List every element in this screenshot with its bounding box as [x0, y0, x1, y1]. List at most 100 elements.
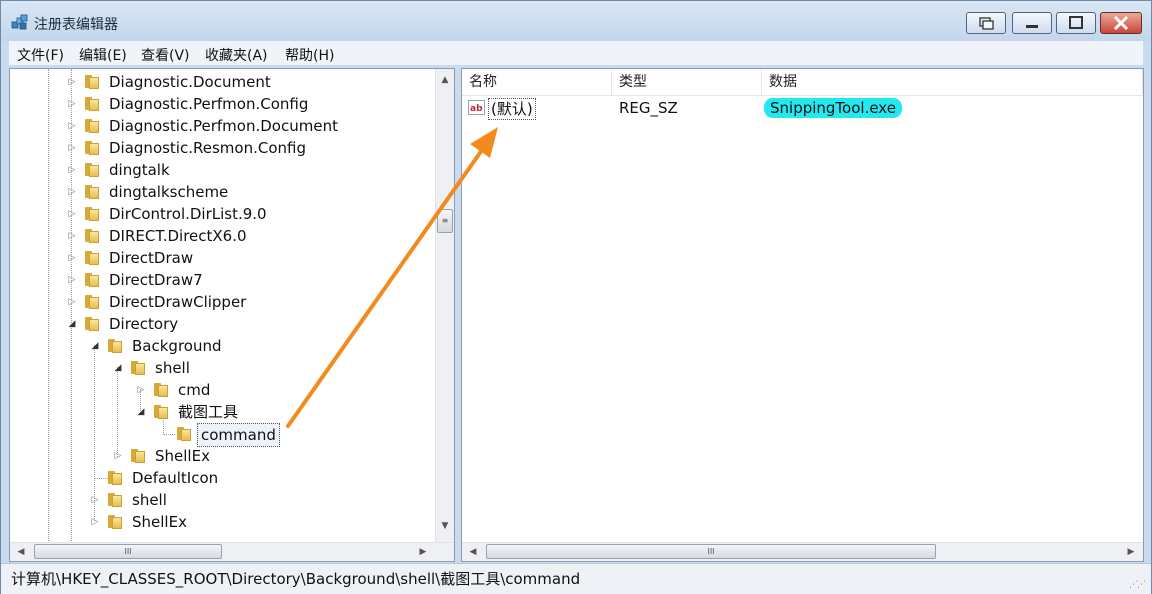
tree-item[interactable]: ▷ Diagnostic.Perfmon.Document — [10, 115, 436, 137]
expand-arrow-icon[interactable]: ▷ — [67, 159, 77, 181]
collapse-arrow-icon[interactable]: ◢ — [90, 335, 100, 357]
tree-item-label: Diagnostic.Resmon.Config — [109, 139, 306, 157]
tree-item[interactable]: ▷ DirectDraw7 — [10, 269, 436, 291]
tree-item[interactable]: ▷ ShellEx — [10, 445, 436, 467]
tree-item[interactable]: ▷ Diagnostic.Resmon.Config — [10, 137, 436, 159]
scroll-right-icon[interactable]: ▶ — [414, 543, 432, 561]
menu-view[interactable]: 查看(V) — [141, 45, 190, 65]
tree-item[interactable]: ▷ dingtalk — [10, 159, 436, 181]
menu-help[interactable]: 帮助(H) — [285, 45, 334, 65]
collapse-arrow-icon[interactable]: ◢ — [136, 401, 146, 423]
regedit-window: 注册表编辑器 文件(F) 编辑(E) 查看(V) 收藏夹(A) 帮助(H) ▷ … — [0, 0, 1152, 594]
folder-open-icon — [107, 339, 123, 353]
tree-item[interactable]: ◢ Background — [10, 335, 436, 357]
tree-item[interactable]: DefaultIcon — [10, 467, 436, 489]
scroll-thumb[interactable]: III — [34, 544, 222, 559]
value-data: SnippingTool.exe — [764, 97, 902, 119]
expand-arrow-icon[interactable]: ▷ — [67, 225, 77, 247]
tree-item[interactable]: ▷ DirControl.DirList.9.0 — [10, 203, 436, 225]
tree-item[interactable]: ▷ cmd — [10, 379, 436, 401]
tree-item[interactable]: ▷ ShellEx — [10, 511, 436, 533]
registry-values-list[interactable]: 名称 类型 数据 ab (默认) REG_SZ SnippingTool.exe… — [461, 68, 1144, 562]
list-horizontal-scrollbar[interactable]: ◀ III ▶ — [462, 542, 1143, 561]
registry-key-tree[interactable]: ▷ Diagnostic.Document ▷ Diagnostic.Perfm… — [9, 68, 455, 562]
tree-item[interactable]: ◢ Directory — [10, 313, 436, 335]
scroll-up-icon[interactable]: ▲ — [436, 71, 454, 89]
folder-icon — [84, 251, 100, 265]
folder-icon — [84, 163, 100, 177]
scroll-thumb[interactable]: III — [486, 544, 936, 559]
tree-item[interactable]: ▷ DIRECT.DirectX6.0 — [10, 225, 436, 247]
folder-icon — [84, 273, 100, 287]
tree-item[interactable]: ▷ DirectDrawClipper — [10, 291, 436, 313]
tree-item-label: ShellEx — [155, 447, 210, 465]
expand-arrow-icon[interactable]: ▷ — [67, 93, 77, 115]
maximize-button[interactable] — [1056, 12, 1096, 34]
tree-item-label: shell — [132, 491, 167, 509]
tree-item-label: dingtalk — [109, 161, 170, 179]
folder-open-icon — [84, 317, 100, 331]
status-path: 计算机\HKEY_CLASSES_ROOT\Directory\Backgrou… — [11, 570, 581, 588]
expand-arrow-icon[interactable]: ▷ — [67, 115, 77, 137]
tree-item-label: cmd — [178, 381, 211, 399]
restore-icon — [979, 17, 994, 30]
expand-arrow-icon[interactable]: ▷ — [67, 137, 77, 159]
scroll-left-icon[interactable]: ◀ — [12, 543, 30, 561]
column-header-name[interactable]: 名称 — [462, 69, 612, 95]
expand-arrow-icon[interactable]: ▷ — [67, 247, 77, 269]
tree-item[interactable]: ▷ dingtalkscheme — [10, 181, 436, 203]
folder-icon — [84, 75, 100, 89]
folder-icon — [84, 229, 100, 243]
expand-arrow-icon[interactable]: ▷ — [67, 291, 77, 313]
tree-item[interactable]: ▷ Diagnostic.Document — [10, 71, 436, 93]
column-header-type[interactable]: 类型 — [612, 69, 762, 95]
scroll-thumb[interactable]: ≡ — [437, 209, 453, 233]
resize-grip-icon[interactable]: ⋰⋰ — [1129, 580, 1146, 590]
value-type: REG_SZ — [619, 99, 678, 117]
expand-arrow-icon[interactable]: ▷ — [136, 379, 146, 401]
tree-item-label: command — [197, 423, 280, 447]
expand-arrow-icon[interactable]: ▷ — [67, 181, 77, 203]
tree-item-label: dingtalkscheme — [109, 183, 229, 201]
folder-open-icon — [130, 361, 146, 375]
expand-arrow-icon[interactable]: ▷ — [90, 511, 100, 533]
menu-file[interactable]: 文件(F) — [17, 45, 64, 65]
expand-arrow-icon[interactable]: ▷ — [90, 489, 100, 511]
tree-item-label: shell — [155, 359, 190, 377]
tree-item-label: DIRECT.DirectX6.0 — [109, 227, 247, 245]
tree-item[interactable]: ▷ DirectDraw — [10, 247, 436, 269]
restore-down-button[interactable] — [966, 12, 1006, 34]
svg-text:ab: ab — [470, 104, 483, 114]
tree-item[interactable]: ◢ 截图工具 — [10, 401, 436, 423]
status-bar: 计算机\HKEY_CLASSES_ROOT\Directory\Backgrou… — [1, 563, 1151, 594]
tree-item[interactable]: ▷ Diagnostic.Perfmon.Config — [10, 93, 436, 115]
close-button[interactable] — [1100, 12, 1142, 34]
tree-item-label: 截图工具 — [178, 403, 239, 421]
column-header-row: 名称 类型 数据 — [462, 69, 1143, 96]
menu-edit[interactable]: 编辑(E) — [79, 45, 127, 65]
tree-horizontal-scrollbar[interactable]: ◀ III ▶ — [10, 542, 454, 561]
tree-item[interactable]: ▷ shell — [10, 489, 436, 511]
minimize-button[interactable] — [1012, 12, 1052, 34]
folder-icon — [107, 493, 123, 507]
expand-arrow-icon[interactable]: ▷ — [67, 269, 77, 291]
collapse-arrow-icon[interactable]: ◢ — [113, 357, 123, 379]
tree-item[interactable]: ◢ shell — [10, 357, 436, 379]
tree-vertical-scrollbar[interactable]: ▲ ≡ ▼ — [435, 69, 454, 545]
menu-favorites[interactable]: 收藏夹(A) — [205, 45, 268, 65]
tree-item-label: DirectDraw — [109, 249, 194, 267]
folder-icon — [130, 449, 146, 463]
scroll-right-icon[interactable]: ▶ — [1122, 543, 1140, 561]
expand-arrow-icon[interactable]: ▷ — [67, 71, 77, 93]
scroll-left-icon[interactable]: ◀ — [464, 543, 482, 561]
collapse-arrow-icon[interactable]: ◢ — [67, 313, 77, 335]
tree-item-label: Diagnostic.Document — [109, 73, 271, 91]
scroll-down-icon[interactable]: ▼ — [436, 517, 454, 535]
column-header-data[interactable]: 数据 — [762, 69, 1143, 95]
tree-item-selected[interactable]: command — [10, 423, 436, 447]
expand-arrow-icon[interactable]: ▷ — [113, 445, 123, 467]
string-value-icon: ab — [468, 100, 485, 115]
maximize-icon — [1069, 16, 1083, 29]
expand-arrow-icon[interactable]: ▷ — [67, 203, 77, 225]
tree-item-label: DirectDraw7 — [109, 271, 203, 289]
